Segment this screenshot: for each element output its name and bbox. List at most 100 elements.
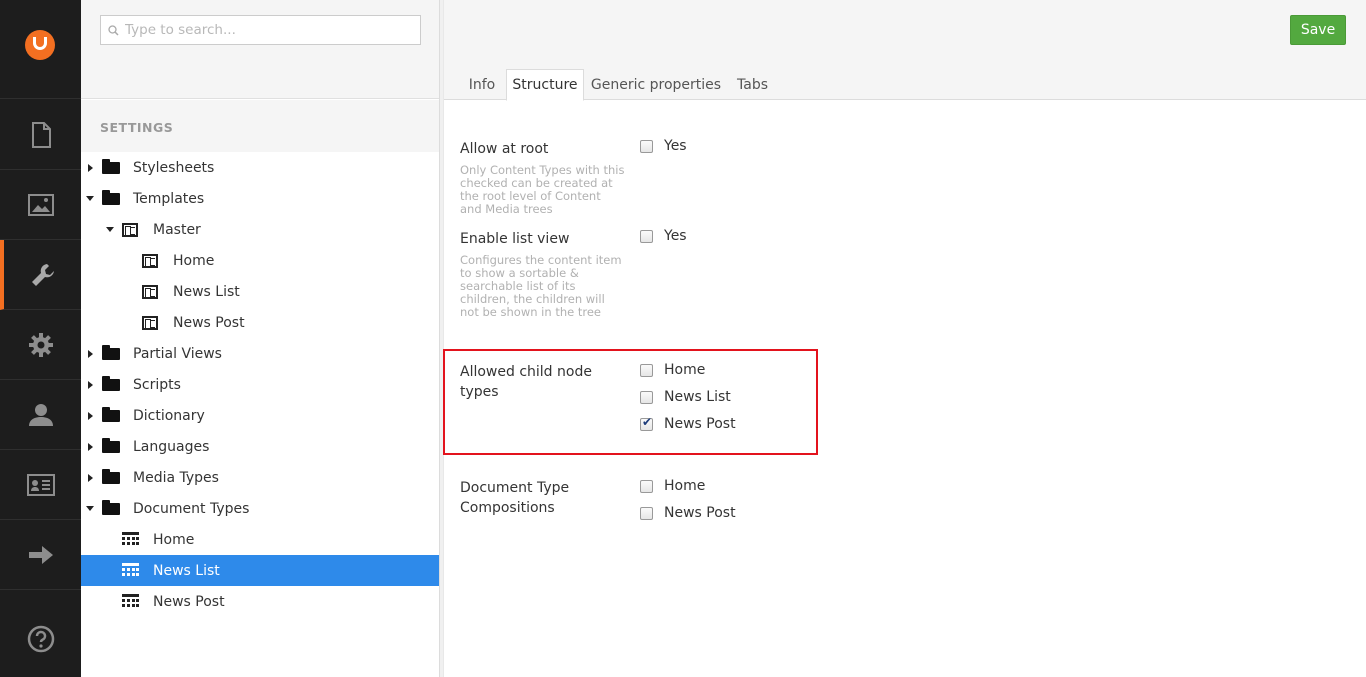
section-rail bbox=[0, 0, 81, 677]
collapse-arrow-icon[interactable] bbox=[106, 227, 114, 232]
checkbox[interactable] bbox=[640, 229, 653, 243]
allow-at-root-description: Only Content Types with this checked can… bbox=[460, 163, 625, 216]
tree-item-template-home[interactable]: Home bbox=[81, 245, 439, 276]
id-card-icon bbox=[26, 473, 55, 496]
tree-item-label: Partial Views bbox=[133, 345, 222, 362]
tree-item-label: Media Types bbox=[133, 469, 219, 486]
section-settings[interactable] bbox=[0, 240, 81, 310]
tree-item-document-types[interactable]: Document Types bbox=[81, 493, 439, 524]
search-input[interactable] bbox=[125, 17, 415, 43]
section-members[interactable] bbox=[0, 450, 81, 520]
tree-item-master[interactable]: Master bbox=[81, 214, 439, 245]
template-icon bbox=[142, 316, 158, 330]
section-content[interactable] bbox=[0, 100, 81, 170]
checkbox[interactable] bbox=[640, 390, 653, 404]
help-icon bbox=[27, 625, 54, 653]
wrench-icon bbox=[31, 263, 54, 286]
expand-arrow-icon[interactable] bbox=[88, 474, 93, 482]
checkbox-label: News Post bbox=[664, 416, 736, 432]
document-type-icon bbox=[122, 563, 139, 576]
document-type-icon bbox=[122, 594, 139, 607]
document-icon bbox=[31, 121, 51, 148]
folder-icon bbox=[102, 345, 120, 360]
folder-icon bbox=[102, 407, 120, 422]
collapse-arrow-icon[interactable] bbox=[86, 196, 94, 201]
tree-item-languages[interactable]: Languages bbox=[81, 431, 439, 462]
tab-generic-properties[interactable]: Generic properties bbox=[590, 69, 722, 100]
tree-item-label: News Post bbox=[153, 593, 225, 610]
allowed-child-news-list-checkbox[interactable]: News List bbox=[640, 387, 731, 407]
section-users[interactable] bbox=[0, 380, 81, 450]
tree-item-label: Languages bbox=[133, 438, 210, 455]
expand-arrow-icon[interactable] bbox=[88, 350, 93, 358]
enable-list-view-description: Configures the content item to show a so… bbox=[460, 253, 622, 319]
tree-item-label: Scripts bbox=[133, 376, 181, 393]
expand-arrow-icon[interactable] bbox=[88, 443, 93, 451]
tree-item-dictionary[interactable]: Dictionary bbox=[81, 400, 439, 431]
checkbox[interactable] bbox=[640, 479, 653, 493]
tree-item-template-news-post[interactable]: News Post bbox=[81, 307, 439, 338]
composition-home-checkbox[interactable]: Home bbox=[640, 476, 705, 496]
user-icon bbox=[28, 403, 53, 426]
image-icon bbox=[27, 193, 54, 216]
section-heading: SETTINGS bbox=[81, 100, 439, 152]
checkbox-label: News Post bbox=[664, 505, 736, 521]
allow-at-root-checkbox[interactable]: Yes bbox=[640, 136, 687, 156]
expand-arrow-icon[interactable] bbox=[88, 381, 93, 389]
template-icon bbox=[142, 254, 158, 268]
tree-item-doctype-home[interactable]: Home bbox=[81, 524, 439, 555]
tree-item-label: Templates bbox=[133, 190, 205, 207]
tree-item-stylesheets[interactable]: Stylesheets bbox=[81, 152, 439, 183]
tree-item-label: Home bbox=[173, 252, 215, 269]
folder-icon bbox=[102, 500, 120, 515]
document-type-icon bbox=[122, 532, 139, 545]
tab-info[interactable]: Info bbox=[460, 69, 504, 100]
tree-item-templates[interactable]: Templates bbox=[81, 183, 439, 214]
document-type-compositions-label: Document Type Compositions bbox=[460, 480, 570, 516]
checkbox-label: Yes bbox=[664, 228, 687, 244]
tree-item-label: News Post bbox=[173, 314, 245, 331]
checkbox-label: Home bbox=[664, 362, 706, 378]
checkbox-checked[interactable] bbox=[640, 415, 653, 431]
tree-item-doctype-news-post[interactable]: News Post bbox=[81, 586, 439, 617]
folder-icon bbox=[102, 376, 120, 391]
arrow-right-icon bbox=[28, 545, 53, 564]
tree-item-doctype-news-list[interactable]: News List bbox=[81, 555, 439, 586]
tree-item-template-news-list[interactable]: News List bbox=[81, 276, 439, 307]
expand-arrow-icon[interactable] bbox=[88, 164, 93, 172]
composition-news-post-checkbox[interactable]: News Post bbox=[640, 503, 736, 523]
save-button[interactable]: Save bbox=[1290, 15, 1346, 45]
settings-tree-panel: SETTINGS Stylesheets Templates Master Ho… bbox=[81, 0, 439, 677]
allowed-child-home-checkbox[interactable]: Home bbox=[640, 360, 705, 380]
section-media[interactable] bbox=[0, 170, 81, 240]
section-developer[interactable] bbox=[0, 310, 81, 380]
enable-list-view-checkbox[interactable]: Yes bbox=[640, 226, 687, 246]
expand-arrow-icon[interactable] bbox=[88, 412, 93, 420]
umbraco-logo[interactable] bbox=[0, 0, 81, 99]
checkbox[interactable] bbox=[640, 506, 653, 520]
tree-item-label: Document Types bbox=[133, 500, 250, 517]
collapse-arrow-icon[interactable] bbox=[86, 506, 94, 511]
folder-icon bbox=[102, 438, 120, 453]
checkbox[interactable] bbox=[640, 363, 653, 377]
allowed-child-node-types-label: Allowed child node types bbox=[460, 364, 592, 400]
tree-item-media-types[interactable]: Media Types bbox=[81, 462, 439, 493]
tree-item-label: News List bbox=[153, 562, 220, 579]
gear-icon bbox=[28, 332, 53, 357]
tab-structure[interactable]: Structure bbox=[506, 69, 584, 101]
tree-item-scripts[interactable]: Scripts bbox=[81, 369, 439, 400]
tab-tabs[interactable]: Tabs bbox=[730, 69, 775, 100]
tree-item-partial-views[interactable]: Partial Views bbox=[81, 338, 439, 369]
search-icon bbox=[101, 24, 125, 36]
help-button[interactable] bbox=[0, 604, 81, 674]
tree-item-label: Stylesheets bbox=[133, 159, 215, 176]
folder-icon bbox=[102, 190, 120, 205]
allow-at-root-label: Allow at root bbox=[460, 141, 549, 157]
checkbox-label: Home bbox=[664, 478, 706, 494]
checkbox[interactable] bbox=[640, 139, 653, 153]
tree-search-box[interactable] bbox=[100, 15, 421, 45]
allowed-child-news-post-checkbox[interactable]: News Post bbox=[640, 414, 736, 434]
section-forms[interactable] bbox=[0, 520, 81, 590]
folder-icon bbox=[102, 159, 120, 174]
folder-icon bbox=[102, 469, 120, 484]
